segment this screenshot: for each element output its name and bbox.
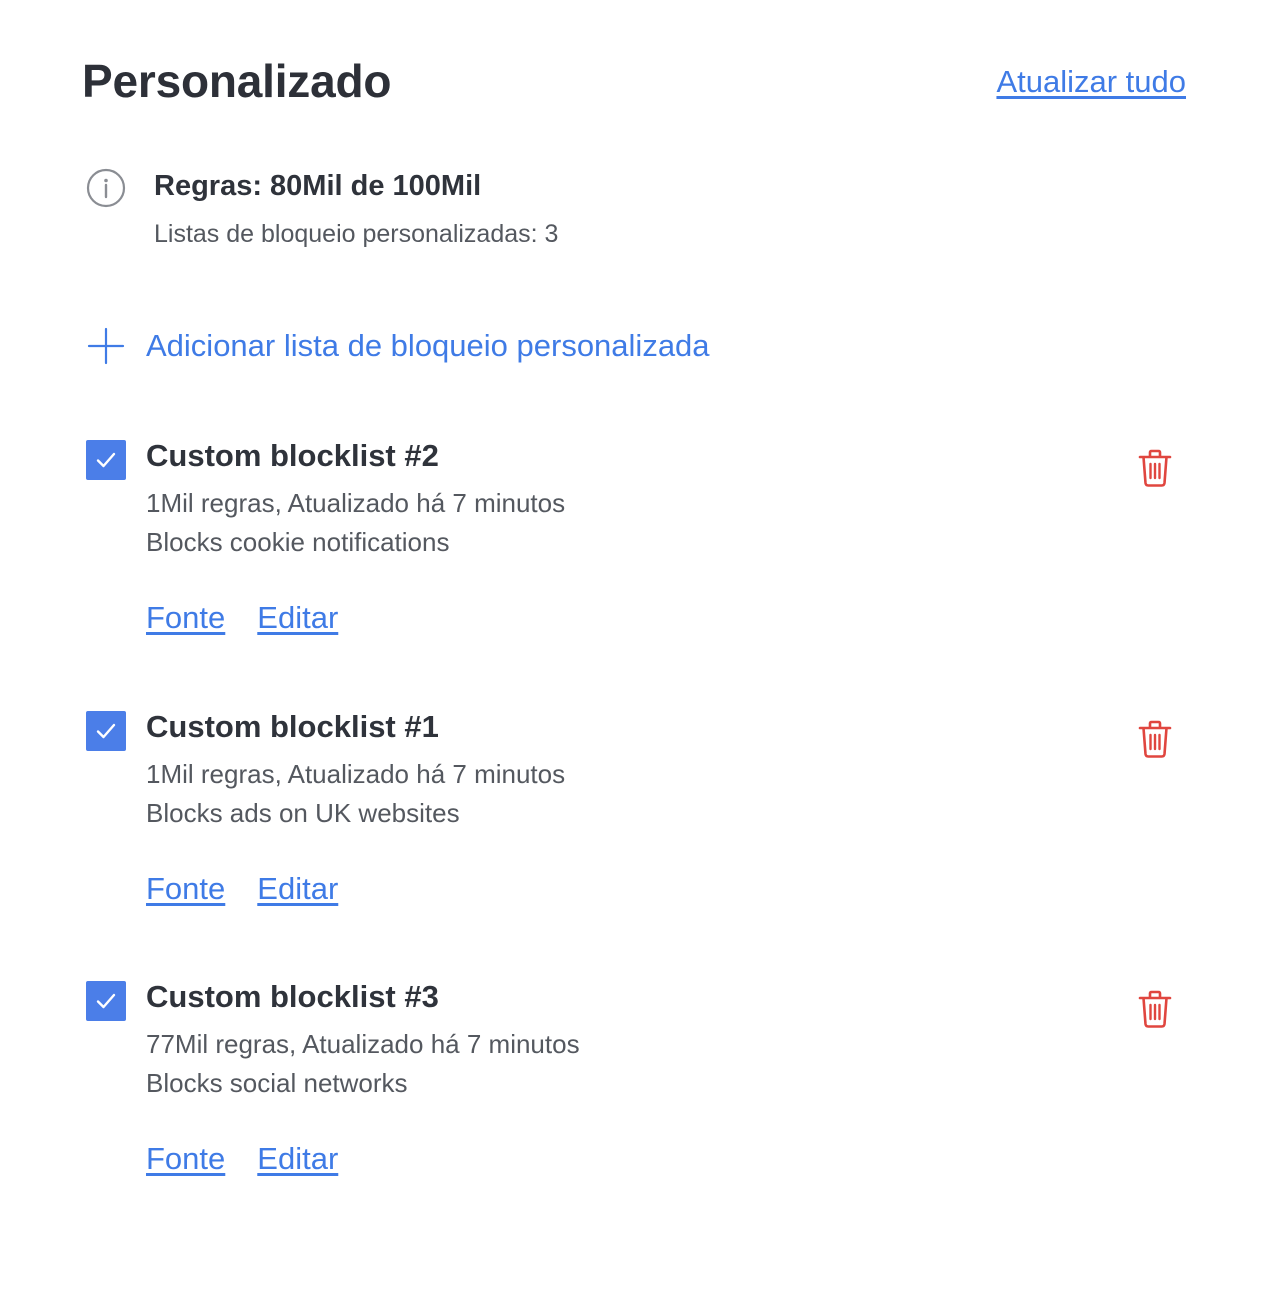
custom-lists-count: Listas de bloqueio personalizadas: 3	[154, 220, 559, 248]
blocklist-title: Custom blocklist #2	[146, 438, 439, 473]
source-link[interactable]: Fonte	[146, 600, 225, 636]
blocklist-meta: 1Mil regras, Atualizado há 7 minutos	[146, 488, 566, 518]
page-title: Personalizado	[82, 55, 392, 107]
plus-icon	[87, 327, 125, 365]
add-custom-blocklist-label: Adicionar lista de bloqueio personalizad…	[146, 328, 710, 363]
info-icon	[86, 168, 126, 208]
edit-link[interactable]: Editar	[257, 1141, 338, 1177]
blocklist-item: Custom blocklist #3 77Mil regras, Atuali…	[86, 979, 1186, 1201]
blocklist-links: Fonte Editar	[146, 600, 338, 636]
trash-icon[interactable]	[1138, 448, 1172, 488]
edit-link[interactable]: Editar	[257, 600, 338, 636]
blocklist-checkbox[interactable]	[86, 981, 126, 1021]
blocklist-description: Blocks ads on UK websites	[146, 798, 460, 828]
blocklist-meta: 1Mil regras, Atualizado há 7 minutos	[146, 759, 566, 789]
custom-blocklists-page: Personalizado Atualizar tudo Regras: 80M…	[0, 0, 1286, 1300]
blocklist-checkbox[interactable]	[86, 711, 126, 751]
checkmark-icon	[96, 452, 116, 468]
blocklist-description: Blocks cookie notifications	[146, 527, 450, 557]
checkmark-icon	[96, 993, 116, 1009]
blocklist-links: Fonte Editar	[146, 871, 338, 907]
blocklist-meta: 77Mil regras, Atualizado há 7 minutos	[146, 1029, 580, 1059]
blocklist-item: Custom blocklist #1 1Mil regras, Atualiz…	[86, 709, 1186, 931]
update-all-link[interactable]: Atualizar tudo	[996, 64, 1186, 100]
blocklist-title: Custom blocklist #1	[146, 709, 439, 744]
add-custom-blocklist-button[interactable]: Adicionar lista de bloqueio personalizad…	[86, 326, 710, 366]
blocklist-checkbox[interactable]	[86, 440, 126, 480]
blocklist-links: Fonte Editar	[146, 1141, 338, 1177]
trash-icon[interactable]	[1138, 719, 1172, 759]
blocklist-item: Custom blocklist #2 1Mil regras, Atualiz…	[86, 438, 1186, 660]
source-link[interactable]: Fonte	[146, 871, 225, 907]
rules-count: Regras: 80Mil de 100Mil	[154, 170, 482, 202]
blocklist-title: Custom blocklist #3	[146, 979, 439, 1014]
edit-link[interactable]: Editar	[257, 871, 338, 907]
blocklist-description: Blocks social networks	[146, 1068, 408, 1098]
trash-icon[interactable]	[1138, 989, 1172, 1029]
source-link[interactable]: Fonte	[146, 1141, 225, 1177]
checkmark-icon	[96, 723, 116, 739]
